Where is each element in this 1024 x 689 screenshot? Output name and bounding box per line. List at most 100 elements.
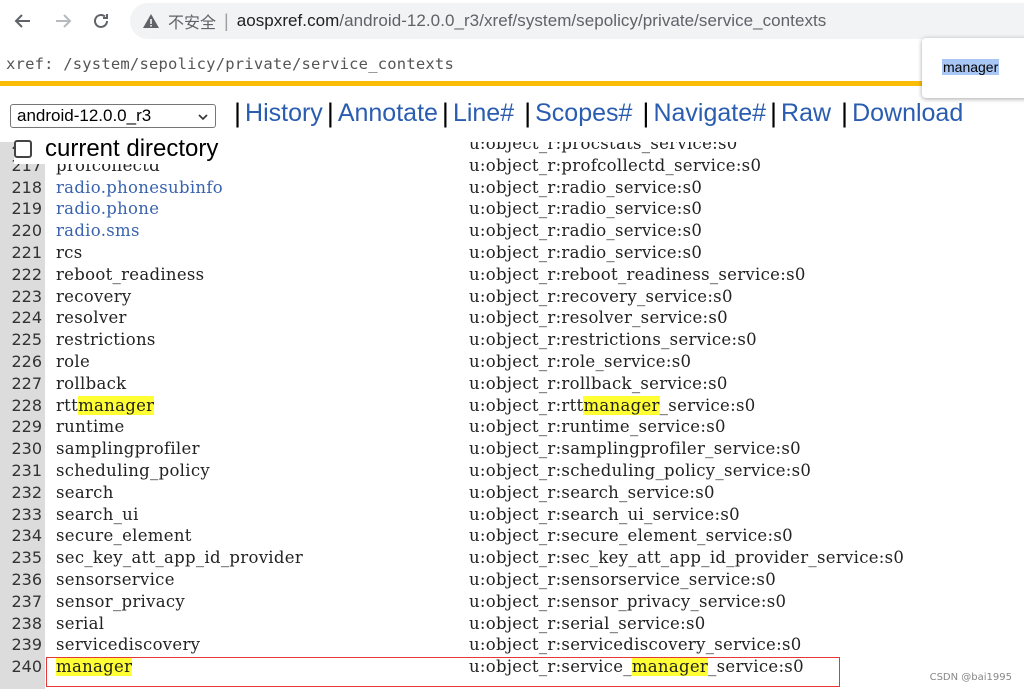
- service-name: rollback: [56, 373, 127, 393]
- download-link[interactable]: Download: [852, 99, 963, 128]
- line-number[interactable]: 239: [0, 635, 42, 654]
- security-context: u:object_r:search_service:s0: [469, 482, 715, 502]
- service-name[interactable]: radio.phonesubinfo: [56, 178, 223, 197]
- line-number[interactable]: 229: [0, 417, 42, 436]
- address-bar[interactable]: 不安全 | aospxref.com/android-12.0.0_r3/xre…: [130, 3, 1024, 39]
- security-context: u:object_r:samplingprofiler_service:s0: [469, 439, 801, 459]
- service-name: resolver: [56, 308, 127, 328]
- table-row: 237 sensor_privacy u:object_r:sensor_priva…: [0, 592, 1024, 614]
- line-number[interactable]: 224: [0, 308, 42, 327]
- table-row: 233 search_ui u:object_r:search_ui_service…: [0, 505, 1024, 527]
- security-context-part: _service:s0: [659, 395, 756, 415]
- line-number[interactable]: 234: [0, 526, 42, 545]
- service-name: rttmanager: [56, 395, 155, 415]
- security-context: u:object_r:radio_service:s0: [469, 243, 703, 262]
- line-number[interactable]: 240: [0, 657, 42, 676]
- toolbar-separator: |: [524, 98, 532, 128]
- url-host: aospxref.com: [236, 11, 340, 30]
- forward-button[interactable]: [48, 6, 78, 36]
- version-select[interactable]: android-12.0.0_r3: [10, 104, 216, 128]
- line-number[interactable]: 225: [0, 330, 42, 349]
- service-name: sec_key_att_app_id_provider: [56, 548, 304, 568]
- code-listing: 216procstatsu:object_r:procstats_service…: [0, 142, 1024, 689]
- security-context: u:object_r:restrictions_service:s0: [469, 330, 757, 350]
- line-number[interactable]: 218: [0, 178, 42, 197]
- service-name: role: [56, 352, 91, 371]
- table-row: 229 runtime u:object_r:runtime_service:s0: [0, 417, 1024, 439]
- line-number[interactable]: 221: [0, 243, 42, 262]
- security-context: u:object_r:rttmanager_service:s0: [469, 395, 756, 415]
- security-context: u:object_r:role_service:s0: [469, 352, 692, 371]
- line-number[interactable]: 237: [0, 592, 42, 611]
- service-name[interactable]: radio.sms: [56, 221, 140, 240]
- security-context: u:object_r:sensor_privacy_service:s0: [469, 591, 787, 611]
- navigate-link[interactable]: Navigate#: [653, 99, 766, 128]
- table-row: 232 search u:object_r:search_service:s0: [0, 483, 1024, 505]
- scopes-link[interactable]: Scopes#: [535, 99, 632, 128]
- table-row: 228 rttmanager u:object_r:rttmanager_servi…: [0, 395, 1024, 418]
- line-number[interactable]: 228: [0, 396, 42, 415]
- table-row: 222 reboot_readiness u:object_r:reboot_rea…: [0, 265, 1024, 287]
- security-context: u:object_r:scheduling_policy_service:s0: [469, 461, 812, 480]
- find-query[interactable]: manager: [942, 59, 1000, 75]
- table-row: 239 servicediscovery u:object_r:servicedis…: [0, 635, 1024, 657]
- security-context: u:object_r:sensorservice_service:s0: [469, 570, 777, 589]
- line-number[interactable]: 231: [0, 461, 42, 480]
- reload-button[interactable]: [86, 6, 116, 36]
- security-context: u:object_r:recovery_service:s0: [469, 286, 733, 306]
- find-popup[interactable]: manager: [922, 38, 1024, 98]
- service-name: search_ui: [56, 504, 139, 524]
- service-name: sensor_privacy: [56, 591, 186, 611]
- line-number[interactable]: 223: [0, 287, 42, 306]
- raw-link[interactable]: Raw: [781, 99, 831, 128]
- toolbar-separator: |: [234, 98, 242, 128]
- table-row: 230 samplingprofiler u:object_r:samplingpr…: [0, 439, 1024, 461]
- search-highlight: manager: [583, 395, 660, 415]
- line-number[interactable]: 226: [0, 352, 42, 371]
- line-number[interactable]: 219: [0, 199, 42, 218]
- security-context: u:object_r:search_ui_service:s0: [469, 504, 740, 524]
- xref-header: xref: /system/sepolicy/private/service_c…: [0, 42, 1024, 86]
- current-directory-toggle[interactable]: current directory: [14, 134, 219, 164]
- line-number[interactable]: 230: [0, 439, 42, 458]
- table-row: 227 rollback u:object_r:rollback_service:s…: [0, 374, 1024, 396]
- url-text[interactable]: aospxref.com/android-12.0.0_r3/xref/syst…: [237, 11, 827, 31]
- line-number[interactable]: 235: [0, 548, 42, 567]
- service-name: reboot_readiness: [56, 264, 205, 284]
- toolbar-separator: |: [642, 98, 650, 128]
- history-link[interactable]: History: [245, 99, 323, 128]
- security-context: u:object_r:radio_service:s0: [469, 199, 703, 219]
- line-number[interactable]: 238: [0, 614, 42, 633]
- table-row: 235 sec_key_att_app_id_provider u:object_r…: [0, 548, 1024, 570]
- line-number[interactable]: 220: [0, 221, 42, 240]
- line-number[interactable]: 232: [0, 483, 42, 502]
- current-directory-checkbox[interactable]: [14, 140, 32, 158]
- security-context: u:object_r:serial_service:s0: [469, 613, 706, 633]
- back-button[interactable]: [8, 6, 38, 36]
- line-number[interactable]: 222: [0, 265, 42, 284]
- security-context: u:object_r:rollback_service:s0: [469, 373, 728, 393]
- toolbar-links: | History | Annotate | Line# | Scopes# |…: [230, 98, 963, 129]
- service-name[interactable]: radio.phone: [56, 199, 159, 218]
- security-context: u:object_r:radio_service:s0: [469, 221, 703, 241]
- service-name: recovery: [56, 286, 132, 306]
- security-context: u:object_r:radio_service:s0: [469, 177, 703, 197]
- line-number[interactable]: 233: [0, 505, 42, 524]
- line-numbers-link[interactable]: Line#: [453, 99, 514, 128]
- table-row: 218 radio.phonesubinfo u:object_r:radio_se…: [0, 178, 1024, 200]
- table-row: 221 rcs u:object_r:radio_service:s0: [0, 243, 1024, 265]
- chevron-down-icon: [198, 114, 208, 121]
- version-select-value: android-12.0.0_r3: [17, 106, 152, 125]
- security-context: u:object_r:procstats_service:s0: [469, 142, 738, 153]
- highlight-box: [46, 657, 840, 687]
- address-separator: |: [224, 10, 229, 31]
- toolbar-separator: |: [326, 98, 334, 128]
- service-name: samplingprofiler: [56, 439, 200, 459]
- security-context: u:object_r:runtime_service:s0: [469, 417, 726, 437]
- toolbar-separator: |: [770, 98, 778, 128]
- table-row: 238 serial u:object_r:serial_service:s0: [0, 614, 1024, 636]
- line-number[interactable]: 236: [0, 570, 42, 589]
- insecure-label[interactable]: 不安全: [168, 9, 216, 33]
- line-number[interactable]: 227: [0, 374, 42, 393]
- annotate-link[interactable]: Annotate: [338, 99, 438, 128]
